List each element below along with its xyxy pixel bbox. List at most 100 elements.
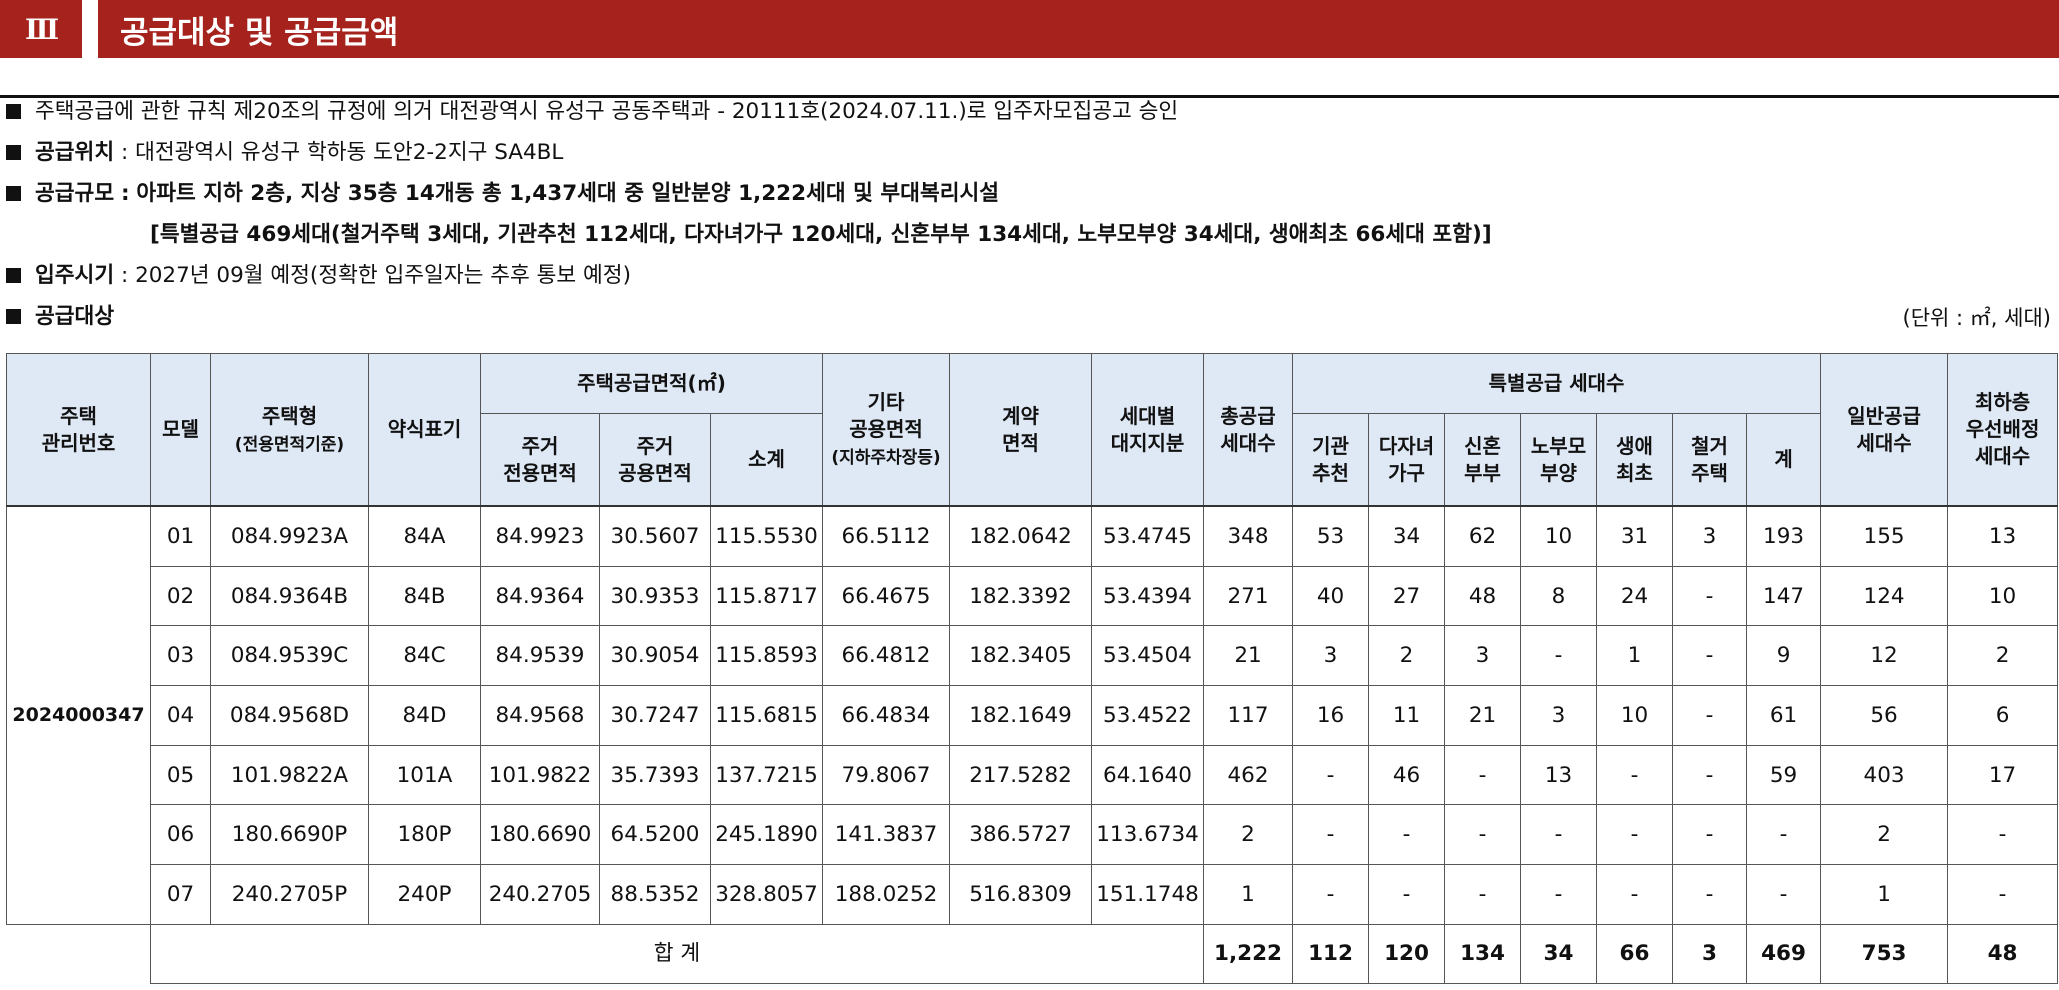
- total-cell: 469: [1746, 923, 1822, 984]
- table-cell-other: 66.4834: [822, 685, 951, 746]
- table-cell-total: 271: [1203, 565, 1294, 627]
- table-cell-total: 462: [1203, 744, 1294, 806]
- table-row: 02 084.9364B 84B 84.9364 30.9353 115.8717 66.4…: [7, 565, 2059, 627]
- table-cell-newly: -: [1444, 864, 1522, 925]
- table-cell-multi: 2: [1368, 625, 1446, 687]
- table-cell-subtotal: 115.5530: [709, 505, 824, 567]
- table-cell-sum: 9: [1746, 625, 1822, 687]
- scale-special: [특별공급 469세대(철거주택 3세대, 기관추천 112세대, 다자녀가구 …: [150, 222, 1492, 247]
- table-cell-model: 04: [150, 685, 211, 746]
- table-cell-inst: 53: [1292, 505, 1370, 567]
- square-bullet-icon: [6, 309, 21, 324]
- table-cell-exclusive: 240.2705: [480, 864, 600, 925]
- header-sp-sum: 계: [1746, 413, 1822, 507]
- table-cell-land: 151.1748: [1091, 864, 1205, 925]
- table-cell-exclusive: 84.9364: [480, 565, 600, 627]
- square-bullet-icon: [6, 268, 21, 283]
- table-row: 05 101.9822A 101A 101.9822 35.7393 137.7215 79…: [7, 744, 2059, 806]
- table-cell-other: 141.3837: [822, 804, 951, 866]
- table-cell-general: 403: [1820, 744, 1949, 806]
- table-cell-exclusive: 101.9822: [480, 744, 600, 806]
- total-row-spacer: [6, 923, 151, 984]
- header-total-supply: 총공급 세대수: [1203, 353, 1294, 507]
- table-cell-newly: 62: [1444, 505, 1522, 567]
- table-cell-demol: -: [1672, 804, 1748, 866]
- table-cell-lowest: 10: [1947, 565, 2059, 627]
- table-cell-elder: -: [1520, 625, 1598, 687]
- table-cell-inst: -: [1292, 744, 1370, 806]
- header-subtotal: 소계: [709, 413, 824, 507]
- table-cell-model: 05: [150, 744, 211, 806]
- table-cell-subtotal: 137.7215: [709, 744, 824, 806]
- approval-text: 주택공급에 관한 규칙 제20조의 규정에 의거 대전광역시 유성구 공동주택과…: [35, 99, 1179, 124]
- table-cell-common: 30.9353: [599, 565, 711, 627]
- header-mgmt-no: 주택 관리번호: [6, 353, 151, 507]
- section-title: 공급대상 및 공급금액: [98, 0, 2059, 58]
- table-cell-sum: 59: [1746, 744, 1822, 806]
- table-cell-inst: -: [1292, 804, 1370, 866]
- square-bullet-icon: [6, 186, 21, 201]
- table-cell-subtotal: 115.8717: [709, 565, 824, 627]
- total-cell: 48: [1947, 923, 2059, 984]
- table-cell-abbr: 84A: [368, 505, 481, 567]
- scale-value: 아파트 지하 2층, 지상 35층 14개동 총 1,437세대 중 일반분양 …: [136, 181, 1000, 206]
- table-cell-other: 66.5112: [822, 505, 951, 567]
- table-cell-multi: 46: [1368, 744, 1446, 806]
- table-cell-type: 084.9923A: [210, 505, 369, 567]
- table-cell-sum: -: [1746, 864, 1822, 925]
- total-label: 합 계: [149, 923, 1205, 984]
- header-special-supply: 특별공급 세대수: [1292, 353, 1822, 414]
- table-cell-elder: -: [1520, 804, 1598, 866]
- header-general-supply: 일반공급 세대수: [1820, 353, 1949, 507]
- table-cell-sum: 61: [1746, 685, 1822, 746]
- total-cell: 66: [1596, 923, 1674, 984]
- table-cell-type: 084.9568D: [210, 685, 369, 746]
- approval-line: 주택공급에 관한 규칙 제20조의 규정에 의거 대전광역시 유성구 공동주택과…: [6, 97, 1178, 127]
- table-cell-lowest: -: [1947, 804, 2059, 866]
- table-cell-exclusive: 180.6690: [480, 804, 600, 866]
- table-cell-exclusive: 84.9923: [480, 505, 600, 567]
- total-cell: 3: [1672, 923, 1748, 984]
- move-in-label: 입주시기: [35, 263, 115, 288]
- table-cell-common: 64.5200: [599, 804, 711, 866]
- table-cell-first: -: [1596, 804, 1674, 866]
- table-cell-sum: -: [1746, 804, 1822, 866]
- table-cell-elder: 13: [1520, 744, 1598, 806]
- table-cell-land: 64.1640: [1091, 744, 1205, 806]
- location-line: 공급위치 : 대전광역시 유성구 학하동 도안2-2지구 SA4BL: [6, 138, 563, 168]
- table-cell-land: 53.4504: [1091, 625, 1205, 687]
- header-common-area: 주거 공용면적: [599, 413, 711, 507]
- table-cell-multi: 34: [1368, 505, 1446, 567]
- table-cell-first: -: [1596, 864, 1674, 925]
- table-cell-common: 30.9054: [599, 625, 711, 687]
- total-cell: 1,222: [1203, 923, 1294, 984]
- table-cell-demol: -: [1672, 744, 1748, 806]
- target-label: 공급대상: [35, 304, 115, 329]
- table-cell-elder: 8: [1520, 565, 1598, 627]
- header-lowest-floor: 최하층 우선배정 세대수: [1947, 353, 2059, 507]
- table-cell-abbr: 84C: [368, 625, 481, 687]
- table-cell-first: -: [1596, 744, 1674, 806]
- square-bullet-icon: [6, 145, 21, 160]
- table-cell-first: 24: [1596, 565, 1674, 627]
- table-cell-demol: -: [1672, 625, 1748, 687]
- scale-line: 공급규모 : 아파트 지하 2층, 지상 35층 14개동 총 1,437세대 …: [6, 179, 999, 209]
- table-cell-subtotal: 115.8593: [709, 625, 824, 687]
- table-cell-model: 02: [150, 565, 211, 627]
- table-cell-other: 188.0252: [822, 864, 951, 925]
- table-cell-contract: 217.5282: [949, 744, 1093, 806]
- total-cell: 120: [1368, 923, 1446, 984]
- table-cell-general: 155: [1820, 505, 1949, 567]
- colon: :: [120, 263, 129, 288]
- table-cell-sum: 193: [1746, 505, 1822, 567]
- table-cell-sum: 147: [1746, 565, 1822, 627]
- move-in-line: 입주시기 : 2027년 09월 예정(정확한 입주일자는 추후 통보 예정): [6, 261, 631, 291]
- header-exclusive-area: 주거 전용면적: [480, 413, 600, 507]
- table-cell-common: 88.5352: [599, 864, 711, 925]
- table-cell-subtotal: 328.8057: [709, 864, 824, 925]
- header-sp-multichild: 다자녀 가구: [1368, 413, 1446, 507]
- table-cell-multi: 11: [1368, 685, 1446, 746]
- table-row: 2024000347 01 084.9923A 84A 84.9923 30.5607 11…: [6, 505, 2059, 925]
- table-cell-type: 084.9364B: [210, 565, 369, 627]
- table-cell-general: 56: [1820, 685, 1949, 746]
